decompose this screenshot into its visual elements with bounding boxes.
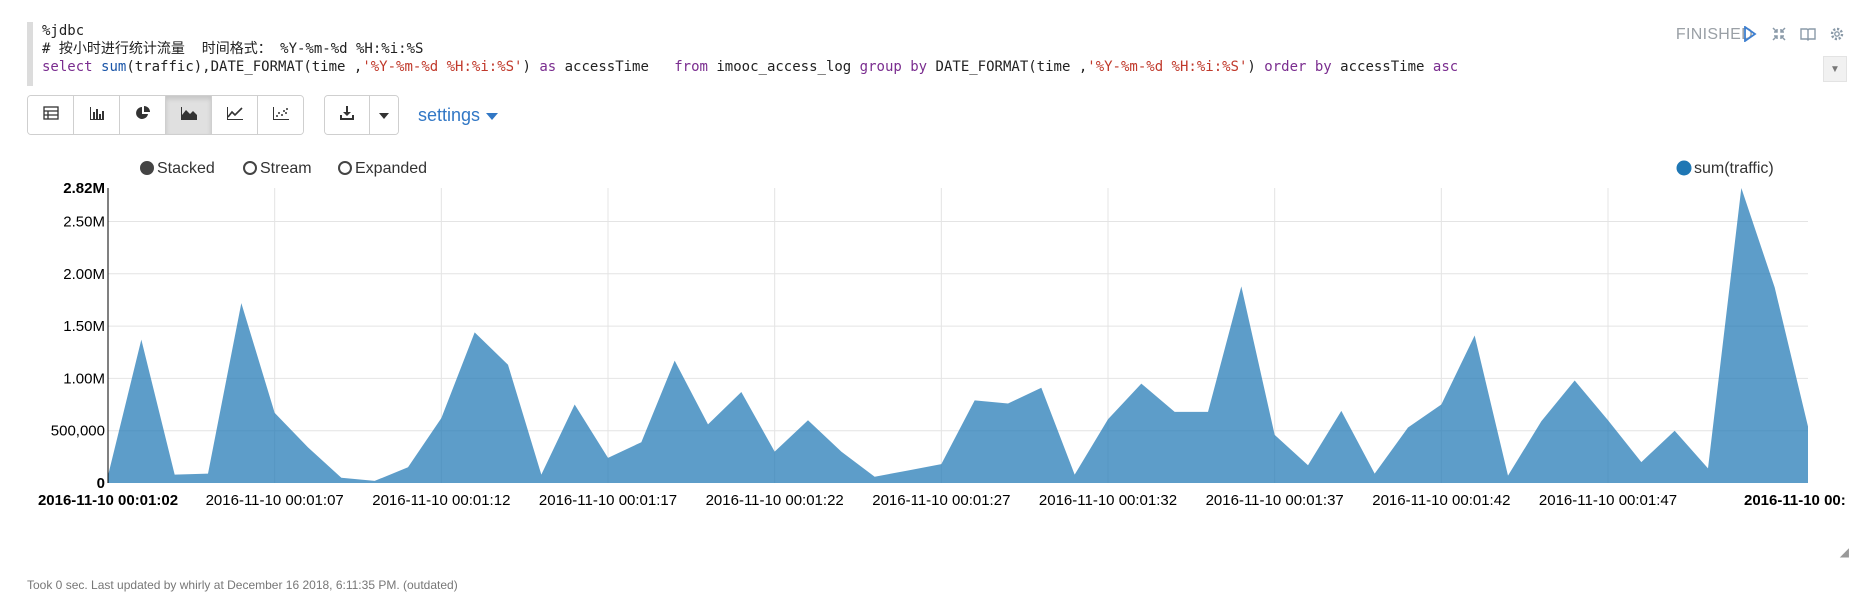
area-chart: 0 500,000 1.00M 1.50M 2.00M 2.50M 2.82M 2016-11…	[38, 160, 1846, 509]
x-tick-label: 2016-11-10 00:01:22	[706, 492, 844, 509]
y-tick-label: 0	[97, 475, 105, 492]
stack-option-radio[interactable]	[140, 161, 154, 175]
x-tick-label: 2016-11-10 00:01:12	[372, 492, 510, 509]
y-tick-label: 2.82M	[63, 180, 105, 197]
x-tick-label: 2016-11-10 00:	[1744, 492, 1846, 509]
x-tick-label: 2016-11-10 00:01:02	[38, 492, 178, 509]
x-tick-label: 2016-11-10 00:01:07	[206, 492, 344, 509]
resize-handle-icon[interactable]: ◢	[1840, 545, 1849, 559]
paragraph-footer: Took 0 sec. Last updated by whirly at De…	[27, 578, 458, 592]
legend-swatch[interactable]	[1676, 160, 1692, 176]
y-tick-label: 2.50M	[63, 213, 105, 230]
y-tick-label: 1.50M	[63, 318, 105, 335]
notebook-paragraph: %jdbc # 按小时进行统计流量 时间格式： %Y-%m-%d %H:%i:%…	[0, 0, 1861, 606]
x-tick-label: 2016-11-10 00:01:27	[872, 492, 1010, 509]
x-tick-label: 2016-11-10 00:01:37	[1206, 492, 1344, 509]
stack-option-label[interactable]: Expanded	[355, 160, 427, 177]
legend-series-label[interactable]: sum(traffic)	[1694, 160, 1774, 177]
stack-option-label[interactable]: Stream	[260, 160, 312, 177]
stack-option-label[interactable]: Stacked	[157, 160, 215, 177]
stack-option-radio[interactable]	[338, 161, 352, 175]
x-tick-label: 2016-11-10 00:01:17	[539, 492, 677, 509]
y-tick-label: 1.00M	[63, 370, 105, 387]
y-tick-label: 2.00M	[63, 266, 105, 283]
x-tick-label: 2016-11-10 00:01:42	[1372, 492, 1510, 509]
x-tick-label: 2016-11-10 00:01:47	[1539, 492, 1677, 509]
stack-option-radio[interactable]	[243, 161, 257, 175]
series-area-0	[108, 188, 1808, 483]
x-tick-label: 2016-11-10 00:01:32	[1039, 492, 1177, 509]
y-tick-label: 500,000	[51, 423, 105, 440]
